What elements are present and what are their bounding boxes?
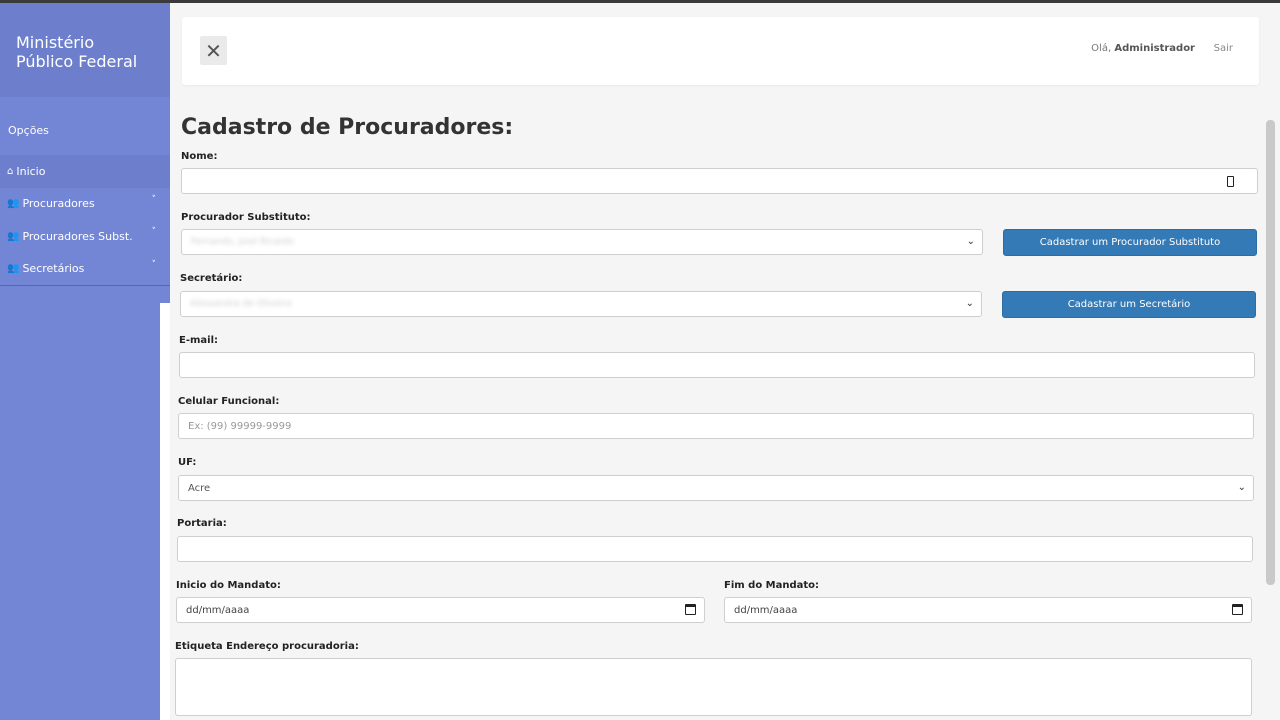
users-icon: 👥: [7, 230, 20, 242]
sidebar-options-heading: Opções: [8, 124, 49, 137]
email-label: E-mail:: [179, 335, 219, 346]
chevron-down-icon: ⌄: [966, 236, 975, 247]
inicio-mandato-label: Inicio do Mandato:: [176, 580, 281, 591]
celular-field[interactable]: Ex: (99) 99999-9999: [178, 413, 1254, 439]
greeting-prefix: Olá,: [1091, 43, 1112, 54]
sidebar-item-inicio[interactable]: ⌂ Inicio: [0, 155, 170, 188]
user-name: Administrador: [1114, 43, 1195, 54]
sidebar-menu: ⌂ Inicio 👥 Procuradores ˅ 👥 Procuradores…: [0, 155, 170, 286]
chevron-down-icon[interactable]: ˅: [152, 260, 157, 270]
uf-label: UF:: [178, 457, 197, 468]
top-navbar: ✕ Olá, Administrador Sair: [182, 17, 1259, 85]
etiqueta-endereco-textarea[interactable]: [175, 658, 1252, 716]
sidebar-item-secretarios[interactable]: 👥 Secretários ˅: [0, 253, 170, 286]
chevron-down-icon: ⌄: [1237, 482, 1246, 493]
sidebar-brand: Ministério Público Federal: [0, 3, 170, 97]
portaria-label: Portaria:: [177, 518, 227, 529]
sidebar-item-procuradores-subst[interactable]: 👥 Procuradores Subst. ˅: [0, 220, 170, 253]
chevron-down-icon: ⌄: [965, 298, 974, 309]
selected-uf-value: Acre: [188, 482, 211, 494]
brand-line-2: Público Federal: [16, 52, 138, 71]
home-icon: ⌂: [7, 165, 14, 177]
uf-select[interactable]: Acre ⌄: [178, 475, 1254, 501]
autofill-key-icon: [1227, 176, 1234, 187]
chevron-down-icon[interactable]: ˅: [152, 227, 157, 237]
logout-link[interactable]: Sair: [1214, 43, 1233, 54]
procurador-substituto-label: Procurador Substituto:: [181, 212, 311, 223]
email-field[interactable]: [179, 352, 1255, 378]
sidebar-item-procuradores[interactable]: 👥 Procuradores ˅: [0, 188, 170, 221]
sidebar-item-label: Procuradores Subst.: [22, 229, 133, 243]
fim-mandato-label: Fim do Mandato:: [724, 580, 820, 591]
procurador-substituto-select[interactable]: Fernando, José Ricardo ⌄: [181, 229, 983, 255]
sidebar-gap: [160, 303, 170, 720]
calendar-icon[interactable]: [1232, 604, 1243, 615]
sidebar-item-label: Procuradores: [22, 197, 95, 211]
selected-secretario-value: Alessandra de Oliveira: [190, 299, 292, 309]
close-sidebar-button[interactable]: ✕: [200, 36, 227, 65]
celular-placeholder: Ex: (99) 99999-9999: [188, 420, 292, 432]
page-title: Cadastro de Procuradores:: [181, 115, 514, 140]
page-scrollbar-thumb[interactable]: [1266, 120, 1275, 585]
sidebar-item-label: Inicio: [16, 164, 46, 178]
user-greeting: Olá, Administrador: [1091, 43, 1195, 54]
brand-line-1: Ministério: [16, 33, 95, 52]
secretario-select[interactable]: Alessandra de Oliveira ⌄: [180, 291, 982, 317]
selected-substituto-value: Fernando, José Ricardo: [191, 237, 294, 247]
etiqueta-label: Etiqueta Endereço procuradoria:: [175, 641, 359, 652]
inicio-mandato-date[interactable]: dd/mm/aaaa: [176, 597, 705, 623]
secretario-label: Secretário:: [180, 273, 243, 284]
cadastrar-secretario-button[interactable]: Cadastrar um Secretário: [1002, 291, 1256, 318]
cadastrar-procurador-substituto-button[interactable]: Cadastrar um Procurador Substituto: [1003, 229, 1257, 256]
calendar-icon[interactable]: [685, 604, 696, 615]
chevron-down-icon[interactable]: ˅: [152, 195, 157, 205]
nome-input[interactable]: [181, 168, 1258, 194]
users-icon: 👥: [7, 263, 20, 275]
users-icon: 👥: [7, 198, 20, 210]
celular-label: Celular Funcional:: [178, 396, 280, 407]
sidebar: Ministério Público Federal Opções ⌂ Inic…: [0, 3, 170, 720]
window-top-border: [0, 0, 1280, 3]
close-icon: ✕: [205, 38, 222, 63]
sidebar-item-label: Secretários: [22, 262, 85, 276]
fim-mandato-date[interactable]: dd/mm/aaaa: [724, 597, 1252, 623]
inicio-date-placeholder: dd/mm/aaaa: [186, 604, 250, 616]
fim-date-placeholder: dd/mm/aaaa: [734, 604, 798, 616]
portaria-field[interactable]: [177, 536, 1253, 562]
nome-label: Nome:: [181, 151, 218, 162]
